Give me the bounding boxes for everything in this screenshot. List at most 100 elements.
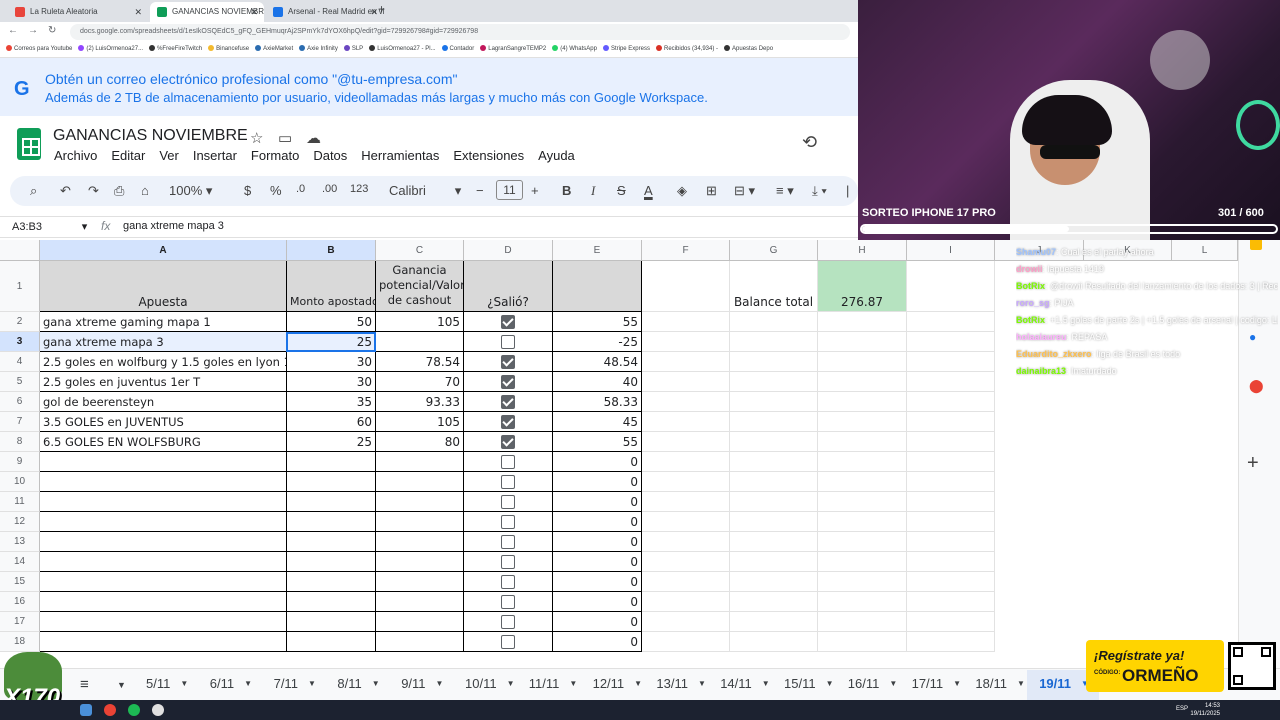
- menu-item[interactable]: Formato: [251, 148, 299, 163]
- cell[interactable]: [730, 612, 818, 632]
- header-empty[interactable]: [553, 261, 642, 312]
- cell[interactable]: [730, 552, 818, 572]
- cell-ganancia[interactable]: [376, 492, 464, 512]
- bookmark-item[interactable]: Stripe Express: [602, 42, 650, 57]
- cell-apuesta[interactable]: 6.5 GOLES EN WOLFSBURG: [40, 432, 287, 452]
- cell-ganancia[interactable]: [376, 592, 464, 612]
- vertical-align-icon[interactable]: ⤓ ▾: [812, 183, 827, 199]
- cell[interactable]: [818, 312, 907, 332]
- cell-ganancia[interactable]: 78.54: [376, 352, 464, 372]
- zoom-select[interactable]: 100% ▾: [169, 183, 212, 199]
- browser-tab[interactable]: GANANCIAS NOVIEMBRE - Ho✕: [150, 2, 264, 22]
- sheet-tab-menu-icon[interactable]: ▼: [436, 679, 444, 688]
- row-header[interactable]: 8: [0, 432, 40, 452]
- cell-balance[interactable]: 0: [553, 572, 642, 592]
- bookmark-item[interactable]: LagranSangreTEMP2: [480, 42, 546, 57]
- cell[interactable]: [907, 512, 995, 532]
- row-header[interactable]: 2: [0, 312, 40, 332]
- search-menus-icon[interactable]: ⌕: [30, 183, 37, 199]
- sheet-tab[interactable]: 18/11 ▼: [975, 676, 1025, 691]
- row-header[interactable]: 3: [0, 332, 40, 352]
- add-addon-icon[interactable]: +: [1247, 452, 1259, 475]
- text-color-icon[interactable]: A: [644, 183, 653, 198]
- salio-checkbox[interactable]: [501, 415, 515, 429]
- column-header[interactable]: F: [642, 240, 730, 261]
- borders-icon[interactable]: ⊞: [706, 183, 717, 199]
- salio-checkbox[interactable]: [501, 475, 515, 489]
- sheet-tab-menu-icon[interactable]: ▼: [180, 679, 188, 688]
- header-ganancia[interactable]: Ganancia potencial/Valor de cashout: [376, 261, 464, 312]
- salio-checkbox[interactable]: [501, 575, 515, 589]
- cell-apuesta[interactable]: gana xtreme gaming mapa 1: [40, 312, 287, 332]
- cell[interactable]: [907, 572, 995, 592]
- cell[interactable]: [730, 332, 818, 352]
- cell[interactable]: [907, 452, 995, 472]
- cell-ganancia[interactable]: [376, 552, 464, 572]
- sheet-tab-menu-icon[interactable]: ▼: [762, 679, 770, 688]
- menu-item[interactable]: Datos: [313, 148, 347, 163]
- cell-apuesta[interactable]: gol de beerensteyn: [40, 392, 287, 412]
- row-header[interactable]: 4: [0, 352, 40, 372]
- cell-ganancia[interactable]: 70: [376, 372, 464, 392]
- increase-decimal-button[interactable]: .00: [322, 183, 337, 195]
- history-icon[interactable]: ⟲: [802, 132, 817, 153]
- strikethrough-icon[interactable]: S: [617, 183, 626, 198]
- row-header[interactable]: 9: [0, 452, 40, 472]
- cell-balance[interactable]: 0: [553, 552, 642, 572]
- cell-balance[interactable]: 0: [553, 592, 642, 612]
- cell[interactable]: [818, 532, 907, 552]
- column-header[interactable]: H: [818, 240, 907, 261]
- sheet-tab-menu-icon[interactable]: ▼: [308, 679, 316, 688]
- bookmark-item[interactable]: AxieMarket: [255, 42, 293, 57]
- browser-tab[interactable]: La Ruleta Aleatoria ✕: [8, 2, 148, 22]
- italic-icon[interactable]: I: [591, 183, 595, 199]
- cell[interactable]: [642, 352, 730, 372]
- row-header[interactable]: 5: [0, 372, 40, 392]
- header-salio[interactable]: ¿Salió?: [464, 261, 553, 312]
- cell[interactable]: [642, 472, 730, 492]
- cloud-saved-icon[interactable]: ☁: [306, 129, 321, 147]
- row-header[interactable]: 10: [0, 472, 40, 492]
- cell-apuesta[interactable]: [40, 572, 287, 592]
- cell[interactable]: [730, 472, 818, 492]
- cell-monto[interactable]: [287, 492, 376, 512]
- row-header[interactable]: 15: [0, 572, 40, 592]
- merge-cells-icon[interactable]: ⊟ ▾: [734, 183, 755, 199]
- undo-icon[interactable]: ↶: [60, 183, 71, 199]
- column-header[interactable]: B: [287, 240, 376, 261]
- salio-checkbox[interactable]: [501, 595, 515, 609]
- cell[interactable]: [907, 532, 995, 552]
- new-tab-button[interactable]: +: [378, 2, 385, 16]
- cell[interactable]: [730, 372, 818, 392]
- cell-apuesta[interactable]: [40, 492, 287, 512]
- sheet-tab-menu-icon[interactable]: ▼: [953, 679, 961, 688]
- cell[interactable]: [730, 512, 818, 532]
- sheet-list-chevron-icon[interactable]: ▼: [117, 680, 126, 690]
- sheet-tab[interactable]: 11/11 ▼: [529, 676, 578, 691]
- cell[interactable]: [642, 552, 730, 572]
- menu-item[interactable]: Ayuda: [538, 148, 575, 163]
- more-formats-button[interactable]: 123: [350, 183, 368, 195]
- cell[interactable]: [818, 392, 907, 412]
- cell[interactable]: [818, 632, 907, 652]
- cell-ganancia[interactable]: 105: [376, 312, 464, 332]
- bookmark-item[interactable]: Recibidos (34,934) -: [655, 42, 718, 57]
- cell-monto[interactable]: [287, 532, 376, 552]
- decrease-font-size-icon[interactable]: −: [476, 183, 484, 198]
- cell[interactable]: [642, 392, 730, 412]
- cell-monto[interactable]: 25: [287, 432, 376, 452]
- row-header[interactable]: 11: [0, 492, 40, 512]
- cell-monto[interactable]: [287, 472, 376, 492]
- bold-icon[interactable]: B: [562, 183, 571, 198]
- sheet-tab[interactable]: 16/11 ▼: [848, 676, 898, 691]
- column-header[interactable]: D: [464, 240, 553, 261]
- cell-ganancia[interactable]: [376, 332, 464, 352]
- sheet-tab[interactable]: 7/11 ▼: [274, 676, 316, 691]
- column-header[interactable]: I: [907, 240, 995, 261]
- select-all-corner[interactable]: [0, 240, 40, 261]
- sheet-tab[interactable]: 19/11 ▼: [1039, 676, 1089, 691]
- cell[interactable]: [907, 372, 995, 392]
- sheet-tab-menu-icon[interactable]: ▼: [244, 679, 252, 688]
- sheet-tab[interactable]: 17/11 ▼: [912, 676, 962, 691]
- cell[interactable]: [642, 572, 730, 592]
